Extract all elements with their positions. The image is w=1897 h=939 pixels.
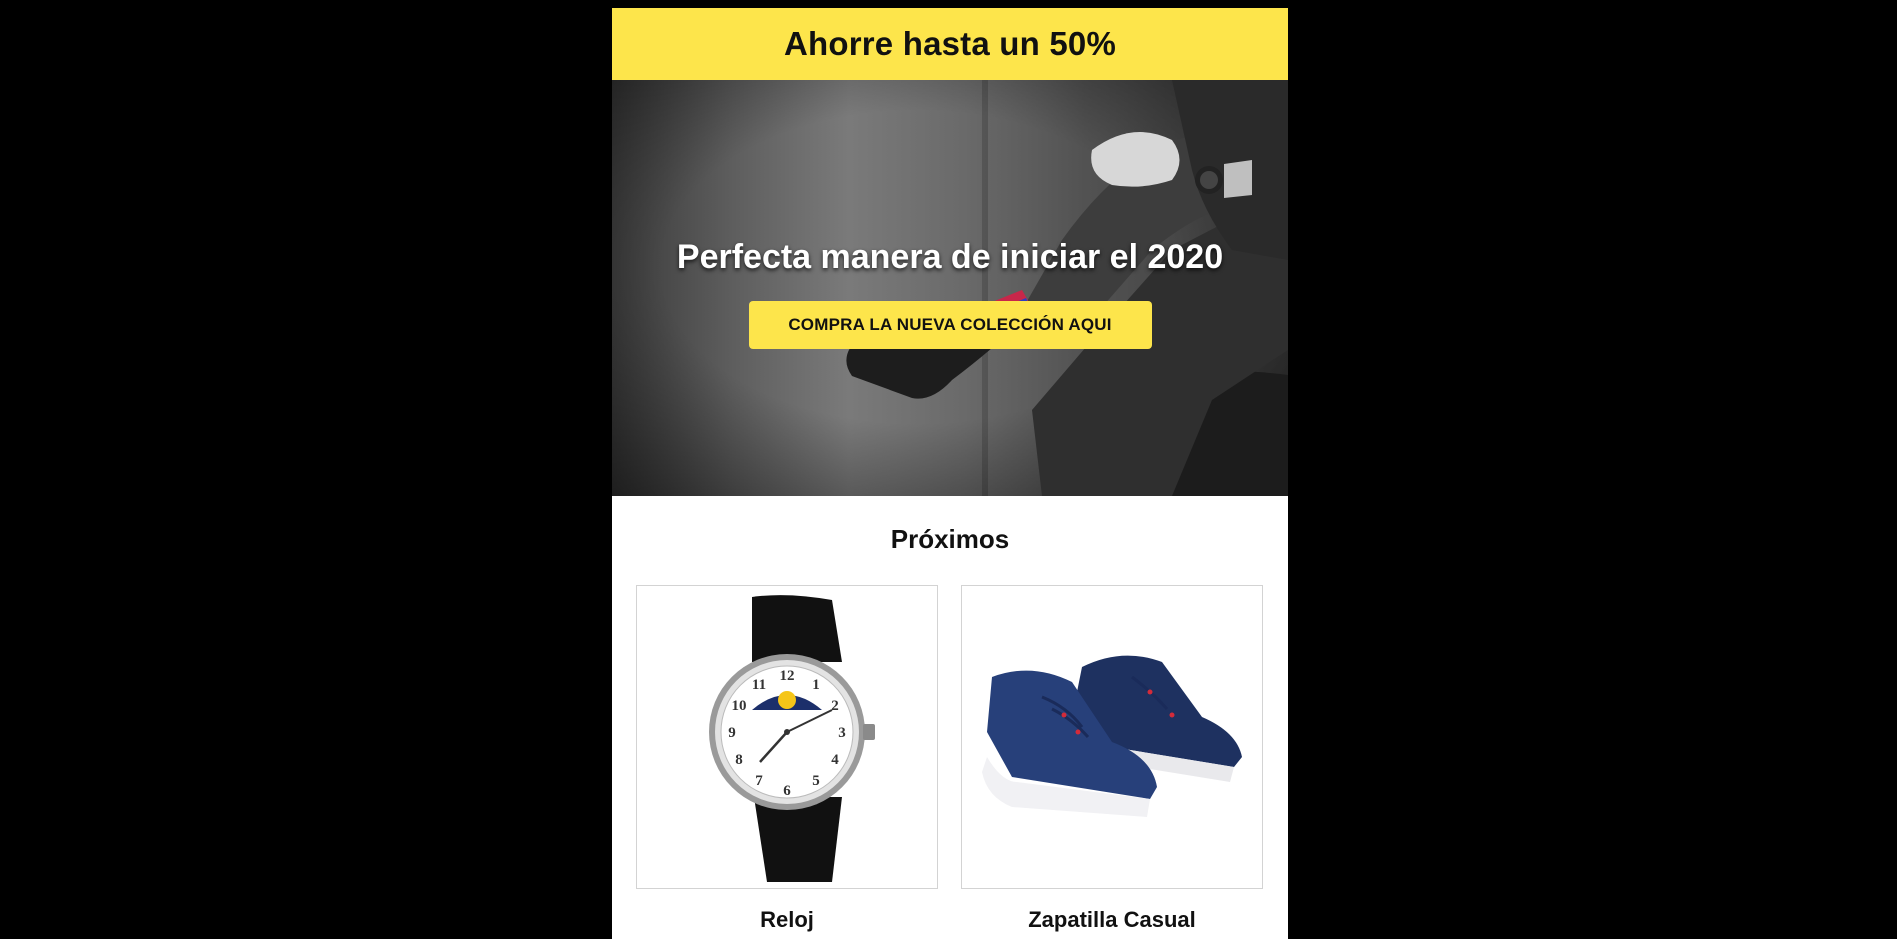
wristwatch-image: 12 3 6 9 1 2 4 5 7 8 10 11 [709,595,875,882]
svg-text:10: 10 [732,698,747,714]
product-card-watch[interactable]: 12 3 6 9 1 2 4 5 7 8 10 11 Reloj [636,585,938,933]
product-image-frame[interactable] [961,585,1263,889]
svg-text:6: 6 [783,783,791,799]
upcoming-section-title: Próximos [890,524,1010,554]
product-name: Zapatilla Casual [1028,907,1196,932]
svg-text:12: 12 [780,668,795,684]
svg-text:11: 11 [752,677,766,693]
sneakers-image [982,655,1242,817]
svg-text:4: 4 [831,752,839,768]
hero-content: Perfecta manera de iniciar el 2020 COMPR… [612,238,1288,349]
svg-text:5: 5 [812,773,820,789]
email-container: Ahorre hasta un 50% Perfecta manera de i… [612,8,1288,939]
svg-text:3: 3 [838,725,846,741]
svg-text:8: 8 [735,752,743,768]
svg-text:9: 9 [728,725,736,741]
product-image-frame[interactable]: 12 3 6 9 1 2 4 5 7 8 10 11 [636,585,938,889]
promo-headline: Ahorre hasta un 50% [783,25,1117,62]
promo-banner: Ahorre hasta un 50% [612,8,1288,80]
hero-banner: Perfecta manera de iniciar el 2020 COMPR… [612,80,1288,496]
svg-text:7: 7 [755,773,763,789]
svg-text:2: 2 [831,698,839,714]
product-name: Reloj [760,907,814,932]
hero-title: Perfecta manera de iniciar el 2020 [676,238,1224,276]
shop-collection-button[interactable]: COMPRA LA NUEVA COLECCIÓN AQUI [748,301,1152,349]
product-card-sneakers[interactable]: Zapatilla Casual [961,585,1263,933]
svg-text:1: 1 [812,677,820,693]
product-grid: 12 3 6 9 1 2 4 5 7 8 10 11 Reloj Zapatil… [612,585,1288,939]
page-viewport: Ahorre hasta un 50% Perfecta manera de i… [0,0,1897,939]
